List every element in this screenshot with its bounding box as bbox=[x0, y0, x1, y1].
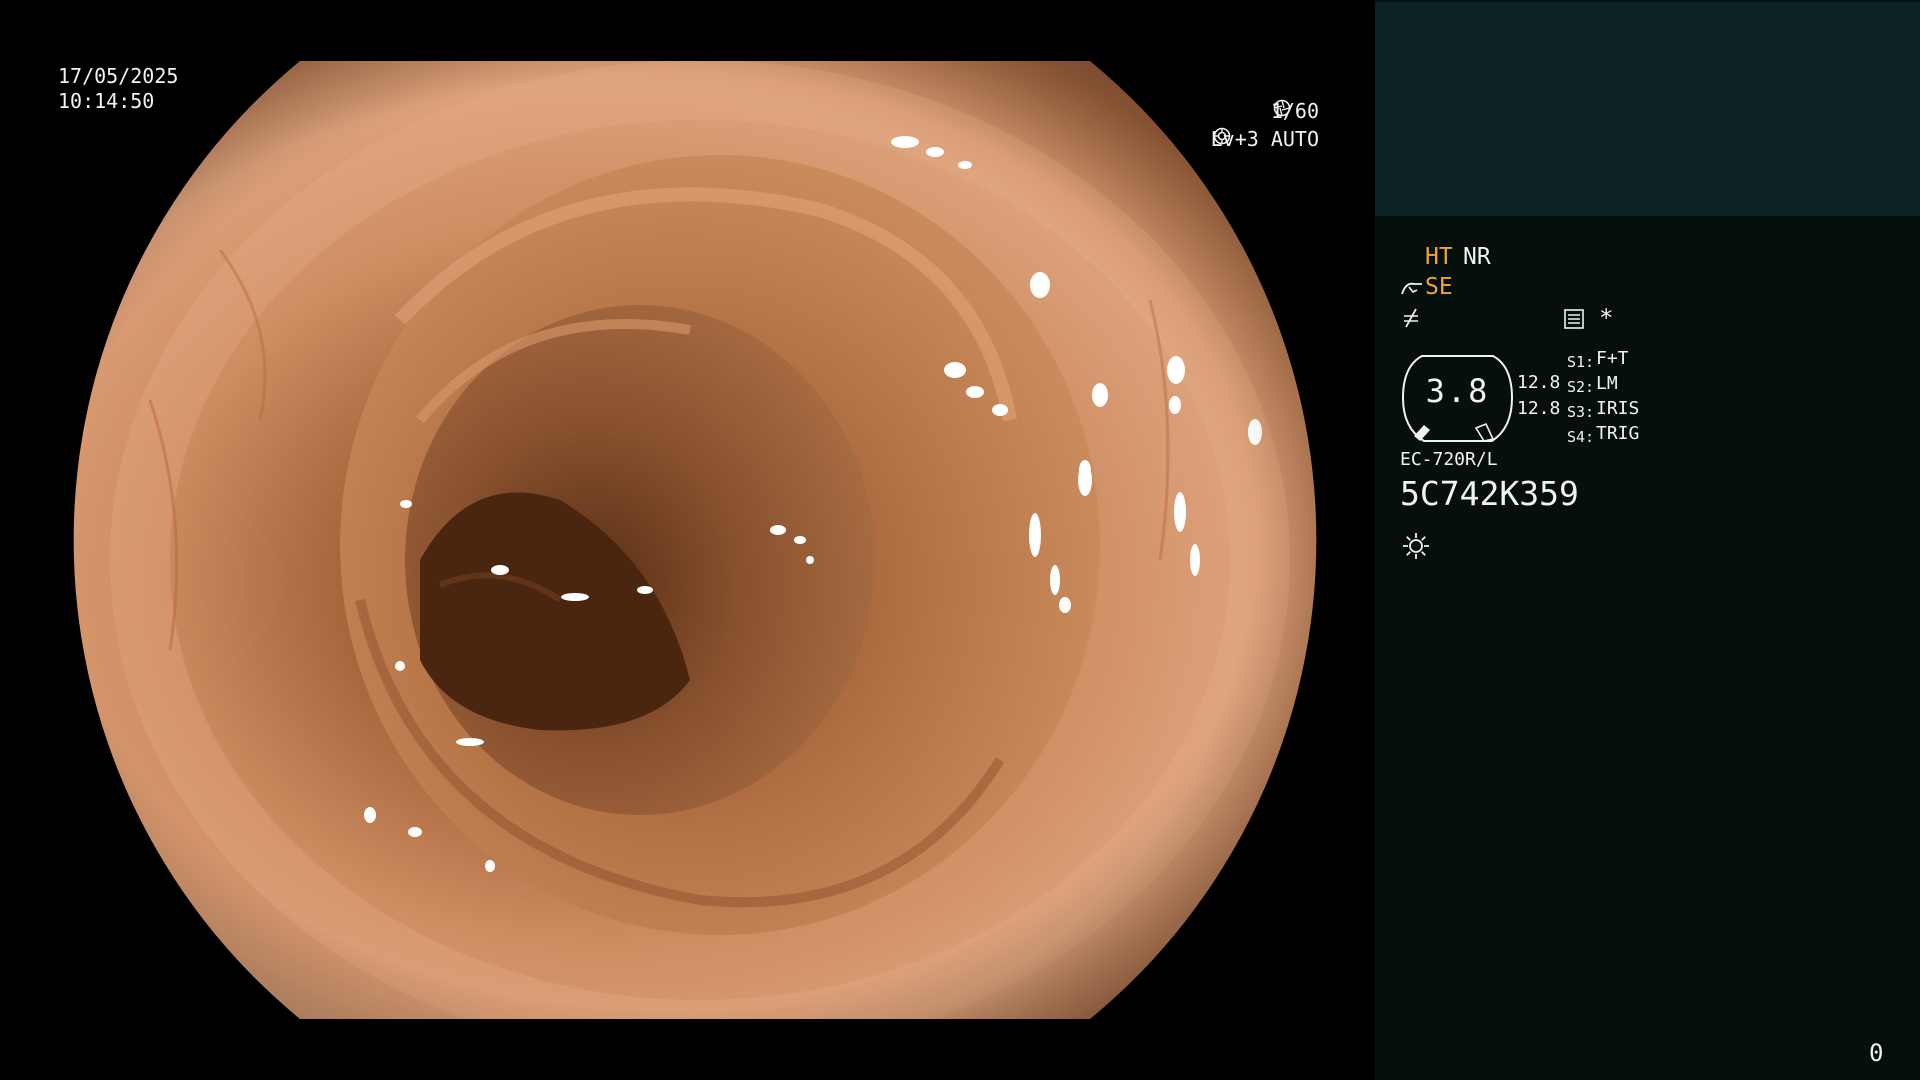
se-mode-label: SE bbox=[1425, 274, 1453, 300]
setting-value-1: 12.8 bbox=[1517, 372, 1561, 393]
scope-serial-number: 5C742K359 bbox=[1400, 474, 1579, 513]
date-readout: 17/05/2025 bbox=[58, 64, 179, 88]
shutter-speed-readout: 1/60 bbox=[1271, 99, 1319, 124]
light-source-icon bbox=[1403, 533, 1429, 559]
colon-lumen-image bbox=[73, 61, 1317, 1019]
asterisk-marker: * bbox=[1599, 304, 1614, 332]
scope-icon bbox=[1401, 282, 1422, 295]
switch-1-value: F+T bbox=[1596, 348, 1629, 369]
switch-2-key: S2: bbox=[1567, 378, 1595, 396]
nr-mode-label: NR bbox=[1463, 244, 1491, 270]
exposure-readout: Lv+3 AUTO bbox=[1211, 127, 1319, 152]
time-readout: 10:14:50 bbox=[58, 89, 155, 113]
info-panel: HT NR SE * 3.8 12.8 12.8 S1: F+T S2: LM … bbox=[1375, 0, 1920, 1080]
freeze-icon bbox=[1404, 308, 1418, 328]
switch-1-key: S1: bbox=[1567, 353, 1595, 371]
switch-4-value: TRIG bbox=[1596, 423, 1640, 444]
switch-3-key: S3: bbox=[1567, 403, 1595, 421]
patient-info-area bbox=[1375, 2, 1920, 216]
switch-4-key: S4: bbox=[1567, 428, 1595, 446]
exposure-mode: AUTO bbox=[1270, 127, 1319, 151]
setting-value-2: 12.8 bbox=[1517, 398, 1561, 419]
auto-exposure-icon bbox=[1213, 127, 1230, 145]
switch-2-value: LM bbox=[1596, 373, 1618, 394]
endoscopy-screen: 17/05/2025 10:14:50 1/60 Lv+3 AUTO HT NR… bbox=[0, 0, 1920, 1080]
scope-model: EC-720R/L bbox=[1400, 449, 1498, 470]
page-counter: 0 bbox=[1869, 1039, 1884, 1067]
record-icon bbox=[1564, 309, 1584, 329]
ht-mode-label: HT bbox=[1425, 244, 1453, 270]
switch-3-value: IRIS bbox=[1596, 398, 1640, 419]
gauge-value: 3.8 bbox=[1425, 372, 1490, 410]
shutter-icon bbox=[1273, 99, 1291, 117]
endoscope-view: 17/05/2025 10:14:50 1/60 Lv+3 AUTO bbox=[0, 0, 1375, 1080]
